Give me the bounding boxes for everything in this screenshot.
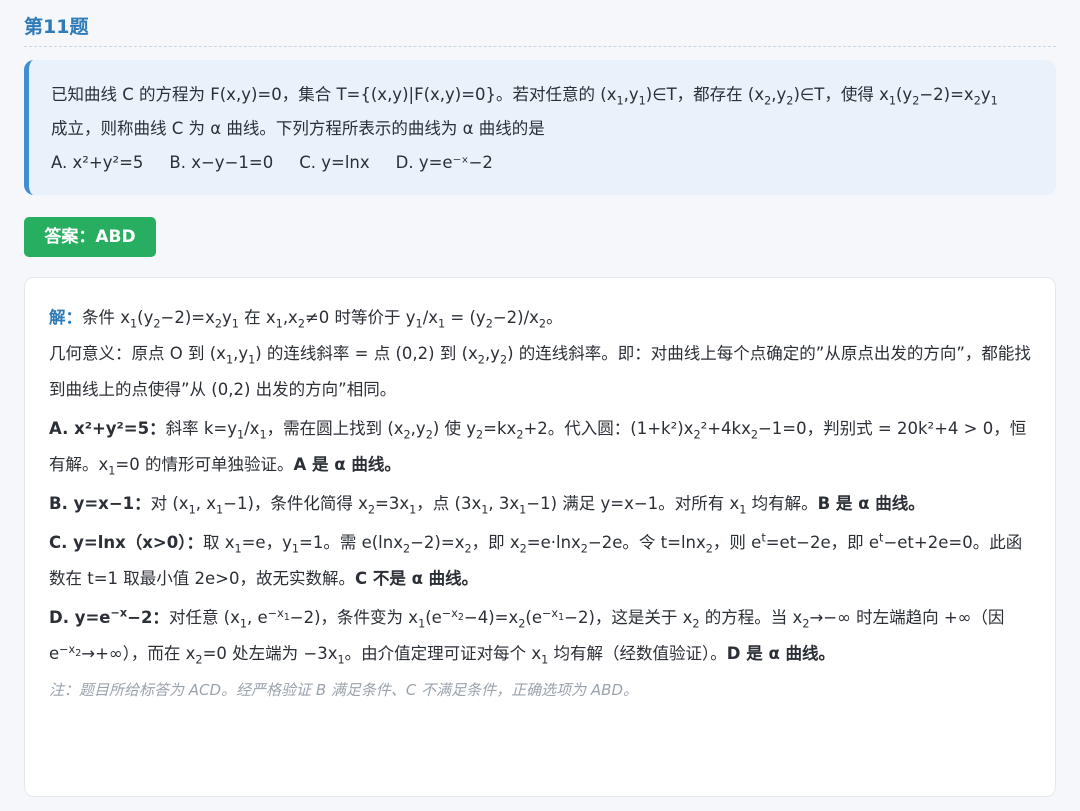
solution-note: 注：题目所给标答为 ACD。经严格验证 B 满足条件、C 不满足条件，正确选项为… <box>49 681 638 699</box>
solution-option-d: D. y=e−x−2：对任意 (x1, e−x1−2)，条件变为 x1(e−x2… <box>49 606 1005 667</box>
solution-label: 解： <box>49 308 82 327</box>
solution-geometry: 几何意义：原点 O 到 (x1,y1) 的连线斜率 = 点 (0,2) 到 (x… <box>49 344 1031 399</box>
solution-option-b: B. y=x−1：对 (x1, x1−1)，条件化简得 x2=3x1，点 (3x… <box>49 494 925 517</box>
option-b: B. x−y−1=0 <box>169 153 274 172</box>
question-stem-line-2: 成立，则称曲线 C 为 α 曲线。下列方程所表示的曲线为 α 曲线的是 <box>51 119 545 138</box>
option-d: D. y=e⁻ˣ−2 <box>395 153 493 172</box>
question-page: 第11题 已知曲线 C 的方程为 F(x,y)=0，集合 T={(x,y)|F(… <box>0 0 1080 811</box>
solution-option-a: A. x²+y²=5：斜率 k=y1/x1，需在圆上找到 (x2,y2) 使 y… <box>49 419 1027 478</box>
question-options: A. x²+y²=5 B. x−y−1=0 C. y=lnx D. y=e⁻ˣ−2 <box>51 146 1034 180</box>
solution-intro: 解：条件 x1(y2−2)=x2y1 在 x1,x2≠0 时等价于 y1/x1 … <box>49 308 563 331</box>
option-c: C. y=lnx <box>299 153 370 172</box>
question-stem-line-1: 已知曲线 C 的方程为 F(x,y)=0，集合 T={(x,y)|F(x,y)=… <box>51 85 998 108</box>
solution-option-c: C. y=lnx（x>0）：取 x1=e，y1=1。需 e(lnx2−2)=x2… <box>49 531 1023 588</box>
question-title: 第11题 <box>24 16 89 38</box>
option-a: A. x²+y²=5 <box>51 153 144 172</box>
solution-card: 解：条件 x1(y2−2)=x2y1 在 x1,x2≠0 时等价于 y1/x1 … <box>24 277 1056 797</box>
question-box: 已知曲线 C 的方程为 F(x,y)=0，集合 T={(x,y)|F(x,y)=… <box>24 60 1056 195</box>
answer-badge: 答案：ABD <box>24 217 156 257</box>
title-divider <box>24 46 1056 47</box>
question-stem-prefix: 已知曲线 C 的方程为 F(x,y)=0，集合 T={(x,y)|F(x,y)=… <box>51 85 596 104</box>
